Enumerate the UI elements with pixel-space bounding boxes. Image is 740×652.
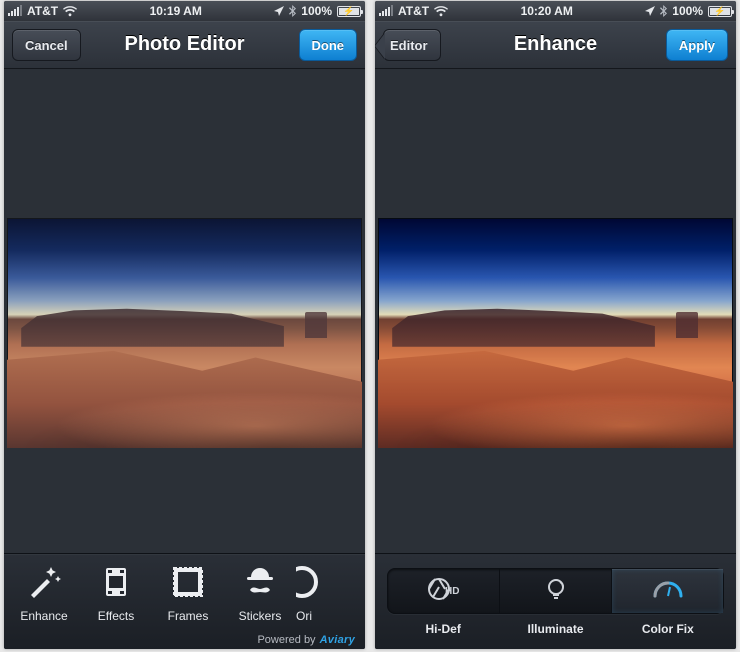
- status-carrier: AT&T: [398, 4, 429, 18]
- hat-mustache-icon: [236, 560, 284, 604]
- magic-wand-icon: [20, 560, 68, 604]
- tool-label: Effects: [98, 609, 134, 623]
- cancel-button[interactable]: Cancel: [12, 29, 81, 61]
- nav-bar: Editor Enhance Apply: [375, 21, 736, 69]
- back-button[interactable]: Editor: [383, 29, 441, 61]
- segment-illuminate[interactable]: [500, 569, 612, 613]
- screen-enhance: AT&T 10:20 AM 100% ⚡ Editor Enhance Appl…: [375, 1, 736, 649]
- battery-icon: ⚡: [708, 6, 732, 17]
- lightbulb-icon: [543, 576, 569, 607]
- svg-text:HD: HD: [445, 586, 459, 597]
- nav-bar: Cancel Photo Editor Done: [4, 21, 365, 69]
- tool-toolbar: Enhance Effects Frames Stickers: [4, 553, 365, 649]
- apply-button[interactable]: Apply: [666, 29, 728, 61]
- segment-color-fix[interactable]: [612, 569, 723, 613]
- tool-frames[interactable]: Frames: [152, 560, 224, 623]
- status-carrier: AT&T: [27, 4, 58, 18]
- cell-signal-icon: [8, 6, 22, 16]
- wifi-icon: [434, 6, 448, 17]
- content-area: [375, 69, 736, 553]
- status-battery-pct: 100%: [672, 4, 703, 18]
- done-button[interactable]: Done: [299, 29, 358, 61]
- filmstrip-icon: [92, 560, 140, 604]
- powered-by: Powered by Aviary: [257, 634, 355, 646]
- segment-hi-def[interactable]: HD: [388, 569, 500, 613]
- wifi-icon: [63, 6, 77, 17]
- location-icon: [274, 6, 284, 16]
- tool-label: Frames: [168, 609, 209, 623]
- circle-icon: [296, 560, 326, 604]
- status-bar: AT&T 10:20 AM 100% ⚡: [375, 1, 736, 21]
- segment-label: Color Fix: [612, 622, 724, 636]
- tool-effects[interactable]: Effects: [80, 560, 152, 623]
- status-battery-pct: 100%: [301, 4, 332, 18]
- location-icon: [645, 6, 655, 16]
- enhance-segmented-control: HD: [387, 568, 724, 614]
- cell-signal-icon: [379, 6, 393, 16]
- tool-label: Ori: [296, 609, 312, 623]
- tool-enhance[interactable]: Enhance: [8, 560, 80, 623]
- tool-label: Stickers: [239, 609, 282, 623]
- tool-orientation[interactable]: Ori: [296, 560, 326, 623]
- status-bar: AT&T 10:19 AM 100% ⚡: [4, 1, 365, 21]
- status-time: 10:19 AM: [150, 4, 202, 18]
- screen-photo-editor: AT&T 10:19 AM 100% ⚡ Cancel Photo Editor…: [4, 1, 365, 649]
- color-gauge-icon: [651, 576, 685, 607]
- aperture-hd-icon: HD: [427, 576, 461, 607]
- photo-preview[interactable]: [7, 218, 362, 448]
- page-title: Photo Editor: [125, 33, 245, 56]
- battery-icon: ⚡: [337, 6, 361, 17]
- content-area: [4, 69, 365, 553]
- page-title: Enhance: [514, 33, 597, 56]
- tool-label: Enhance: [20, 609, 67, 623]
- brand-aviary: Aviary: [320, 634, 355, 646]
- bluetooth-icon: [289, 5, 296, 17]
- enhance-toolbar: HD Hi-Def Illuminate Color Fix: [375, 553, 736, 649]
- tool-stickers[interactable]: Stickers: [224, 560, 296, 623]
- frame-icon: [164, 560, 212, 604]
- segment-label: Illuminate: [499, 622, 611, 636]
- photo-preview[interactable]: [378, 218, 733, 448]
- segment-label: Hi-Def: [387, 622, 499, 636]
- bluetooth-icon: [660, 5, 667, 17]
- status-time: 10:20 AM: [521, 4, 573, 18]
